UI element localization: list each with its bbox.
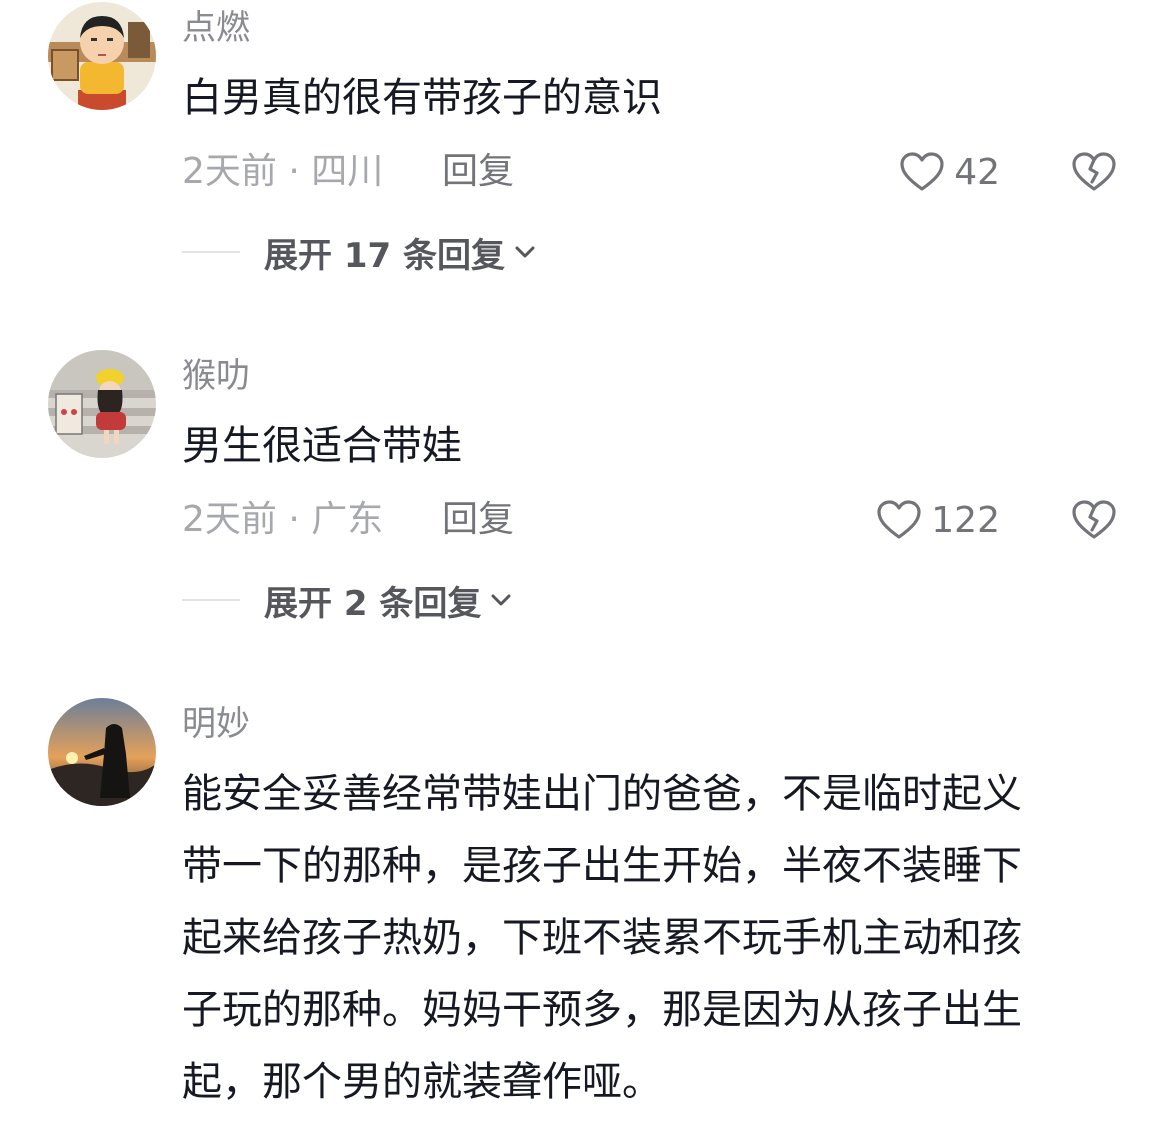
divider: [182, 599, 240, 601]
like-button[interactable]: 122: [875, 496, 1000, 544]
comment-text: 男生很适合带娃: [182, 423, 462, 469]
expand-replies-button[interactable]: 展开 17 条回复: [182, 230, 539, 276]
expand-replies-label: 展开 2 条回复: [264, 583, 482, 624]
chevron-down-icon: [491, 594, 511, 606]
like-count: 42: [954, 151, 1000, 193]
comment-item: 明妙 能安全妥善经常带娃出门的爸爸，不是临时起义 带一下的那种，是孩子出生开始，…: [0, 696, 1170, 1135]
comment-item: 点燃 白男真的很有带孩子的意识 2天前 · 四川 回复 42 展开 17 条回复: [0, 0, 1170, 300]
avatar[interactable]: [48, 350, 156, 458]
comment-text-line: 子玩的那种。妈妈干预多，那是因为从孩子出生: [182, 987, 1022, 1033]
comment-text: 白男真的很有带孩子的意识: [182, 75, 662, 121]
like-button[interactable]: 42: [898, 148, 1000, 196]
broken-heart-icon[interactable]: [1070, 496, 1118, 544]
username[interactable]: 猴叻: [182, 356, 250, 396]
comment-text-line: 带一下的那种，是孩子出生开始，半夜不装睡下: [182, 843, 1022, 889]
divider: [182, 251, 240, 253]
reply-button[interactable]: 回复: [442, 150, 514, 194]
expand-replies-button[interactable]: 展开 2 条回复: [182, 578, 515, 624]
expand-replies-label: 展开 17 条回复: [264, 235, 505, 276]
chevron-down-icon: [515, 246, 535, 258]
username[interactable]: 点燃: [182, 8, 250, 48]
like-count: 122: [931, 499, 1000, 541]
username[interactable]: 明妙: [182, 704, 250, 744]
reply-button[interactable]: 回复: [442, 498, 514, 542]
avatar[interactable]: [48, 2, 156, 110]
broken-heart-icon[interactable]: [1070, 148, 1118, 196]
comment-meta: 2天前 · 四川: [182, 151, 384, 192]
heart-outline-icon: [877, 500, 921, 539]
comment-text-line: 起来给孩子热奶，下班不装累不玩手机主动和孩: [182, 915, 1022, 961]
heart-outline-icon: [900, 152, 944, 191]
comment-item: 猴叻 男生很适合带娃 2天前 · 广东 回复 122 展开 2 条回复: [0, 348, 1170, 648]
comment-text-line: 起，那个男的就装聋作哑。: [182, 1059, 662, 1105]
comment-meta: 2天前 · 广东: [182, 499, 384, 540]
comment-text-line: 能安全妥善经常带娃出门的爸爸，不是临时起义: [182, 771, 1022, 817]
avatar[interactable]: [48, 698, 156, 806]
comment-text: 能安全妥善经常带娃出门的爸爸，不是临时起义 带一下的那种，是孩子出生开始，半夜不…: [182, 758, 1122, 1118]
